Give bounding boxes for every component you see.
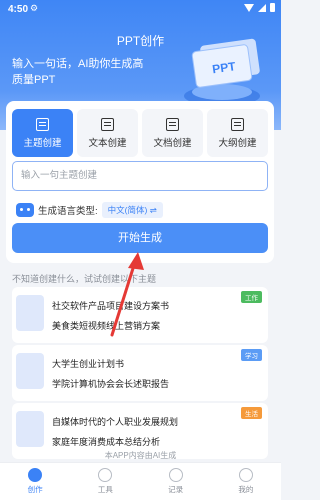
signal-icon bbox=[258, 3, 266, 12]
bottom-nav: 创作 工具 记录 我的 bbox=[0, 462, 281, 500]
illustration-icon bbox=[16, 295, 44, 331]
wifi-icon bbox=[244, 3, 254, 12]
category-tag: 学习 bbox=[241, 349, 262, 361]
robot-icon bbox=[16, 203, 34, 217]
user-icon bbox=[238, 468, 253, 482]
tools-icon bbox=[98, 468, 113, 482]
create-icon bbox=[28, 468, 43, 482]
nav-label: 我的 bbox=[238, 485, 254, 494]
language-row: 生成语言类型: 中文(简体) ⇌ bbox=[16, 202, 163, 218]
suggestion-item[interactable]: 自媒体时代的个人职业发展规划 bbox=[52, 415, 178, 428]
category-tag: 生活 bbox=[241, 407, 262, 419]
suggestion-item[interactable]: 家庭年度消费成本总结分析 bbox=[52, 435, 160, 448]
swap-icon: ⇌ bbox=[149, 205, 157, 215]
language-selector[interactable]: 中文(简体) ⇌ bbox=[101, 202, 163, 218]
suggestion-card[interactable]: 大学生创业计划书 学院计算机协会会长述职报告 学习 bbox=[12, 345, 268, 401]
nav-label: 创作 bbox=[27, 485, 43, 494]
category-tag: 工作 bbox=[241, 291, 262, 303]
outline-icon bbox=[231, 117, 244, 131]
topic-input[interactable]: 输入一句主题创建 bbox=[12, 161, 268, 191]
tab-document-create[interactable]: 文档创建 bbox=[142, 109, 203, 157]
suggestion-item[interactable]: 社交软件产品项目建设方案书 bbox=[52, 299, 169, 312]
tab-outline-create[interactable]: 大纲创建 bbox=[207, 109, 268, 157]
suggestion-item[interactable]: 美食类短视频线上营销方案 bbox=[52, 319, 160, 332]
language-value: 中文(简体) bbox=[107, 205, 148, 215]
gear-icon: ⚙ bbox=[30, 3, 39, 13]
create-card: 主题创建 文本创建 文档创建 大纲创建 输入一句主题创建 生成语言类型: 中文(… bbox=[6, 101, 274, 263]
start-generate-button[interactable]: 开始生成 bbox=[12, 223, 268, 253]
tab-label: 文本创建 bbox=[88, 137, 127, 149]
illustration-icon bbox=[16, 411, 44, 447]
nav-tools[interactable]: 工具 bbox=[70, 463, 140, 500]
ai-disclaimer: 本APP内容由AI生成 bbox=[104, 451, 177, 460]
tab-theme-create[interactable]: 主题创建 bbox=[12, 109, 73, 157]
tab-label: 文档创建 bbox=[153, 137, 192, 149]
status-icons bbox=[244, 3, 275, 12]
tab-label: 大纲创建 bbox=[218, 137, 257, 149]
status-time: 4:50 bbox=[8, 4, 29, 15]
ppt-illustration-icon: PPT bbox=[184, 38, 260, 106]
nav-label: 记录 bbox=[168, 485, 184, 494]
text-icon bbox=[101, 117, 114, 131]
nav-records[interactable]: 记录 bbox=[141, 463, 211, 500]
suggestion-hint: 不知道创建什么，试试创建以下主题 bbox=[12, 274, 157, 284]
document-icon bbox=[166, 117, 179, 131]
battery-icon bbox=[270, 3, 275, 12]
theme-icon bbox=[36, 117, 49, 131]
nav-label: 工具 bbox=[97, 485, 113, 494]
tab-text-create[interactable]: 文本创建 bbox=[77, 109, 138, 157]
status-bar: 4:50 ⚙ bbox=[0, 0, 281, 18]
create-mode-tabs: 主题创建 文本创建 文档创建 大纲创建 bbox=[12, 109, 268, 157]
illustration-icon bbox=[16, 353, 44, 389]
nav-profile[interactable]: 我的 bbox=[211, 463, 281, 500]
nav-create[interactable]: 创作 bbox=[0, 463, 70, 500]
hero-description: 输入一句话，AI助你生成高质量PPT bbox=[12, 58, 144, 86]
suggestion-item[interactable]: 大学生创业计划书 bbox=[52, 357, 124, 370]
suggestion-card[interactable]: 社交软件产品项目建设方案书 美食类短视频线上营销方案 工作 bbox=[12, 287, 268, 343]
language-label: 生成语言类型: bbox=[38, 206, 98, 217]
clock-icon bbox=[168, 468, 183, 482]
suggestion-item[interactable]: 学院计算机协会会长述职报告 bbox=[52, 377, 169, 390]
tab-label: 主题创建 bbox=[23, 137, 62, 149]
